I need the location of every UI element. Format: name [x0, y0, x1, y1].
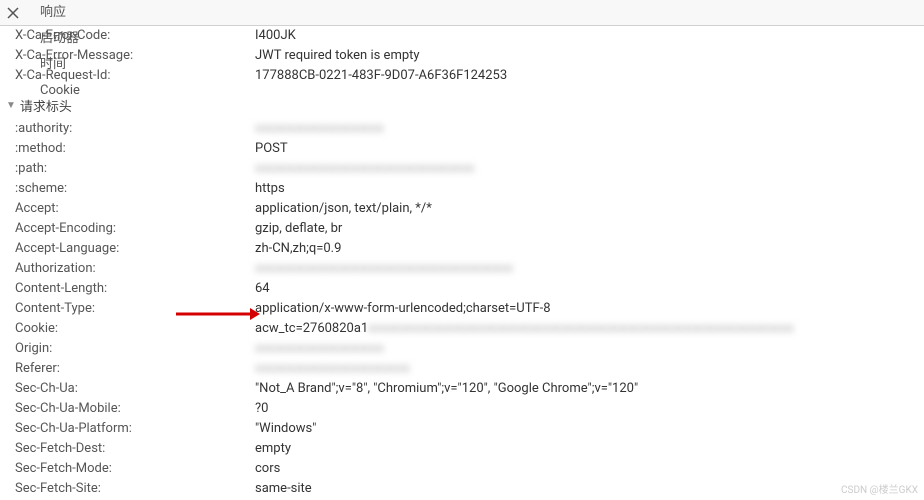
header-row: Referer:xxxxxxxxxxxxxxxxxxxxxxxx [2, 359, 924, 379]
header-value: xxxxxxxxxxxxxxxxxxxxxxxxxxxxxxxxxx [255, 160, 484, 178]
header-value: xxxxxxxxxxxxxxxxxxxx [255, 120, 394, 138]
header-value: ?0 [255, 400, 278, 418]
header-row: Origin:xxxxxxxxxxxxxxxxxxxx [2, 339, 924, 359]
header-row: :path:xxxxxxxxxxxxxxxxxxxxxxxxxxxxxxxxxx [2, 159, 924, 179]
header-key: Referer: [15, 360, 255, 378]
devtools-tabs: 标头载荷预览响应启动器时间Cookie [0, 0, 924, 26]
header-value: same-site [255, 480, 322, 498]
header-key: Accept: [15, 200, 255, 218]
header-value: 177888CB-0221-483F-9D07-A6F36F124253 [255, 67, 517, 85]
section-title: 请求标头 [20, 96, 72, 115]
header-row: Sec-Ch-Ua-Platform:"Windows" [2, 419, 924, 439]
header-row: :method:POST [2, 139, 924, 159]
header-value: application/x-www-form-urlencoded;charse… [255, 300, 561, 318]
header-key: :path: [15, 160, 255, 178]
header-value: https [255, 180, 295, 198]
header-row: Sec-Fetch-Site:same-site [2, 479, 924, 499]
header-row: Cookie:acw_tc=2760820a1xxxxxxxxxxxxxxxxx… [2, 319, 924, 339]
header-row: Sec-Ch-Ua-Mobile:?0 [2, 399, 924, 419]
header-value: xxxxxxxxxxxxxxxxxxxxxxxxxxxxxxxxxxxxxxxx [255, 260, 523, 278]
header-row: Accept-Language:zh-CN,zh;q=0.9 [2, 239, 924, 259]
header-value: "Windows" [255, 420, 326, 438]
header-key: Authorization: [15, 260, 255, 278]
header-key: :authority: [15, 120, 255, 138]
header-key: Content-Length: [15, 280, 255, 298]
header-key: Content-Type: [15, 300, 255, 318]
watermark: CSDN @楼兰GKX [841, 481, 918, 496]
header-row: :scheme:https [2, 179, 924, 199]
header-key: :scheme: [15, 180, 255, 198]
header-row: Content-Length:64 [2, 279, 924, 299]
header-value: gzip, deflate, br [255, 220, 352, 238]
header-key: X-Ca-Error-Code: [15, 27, 255, 45]
header-row: Authorization:xxxxxxxxxxxxxxxxxxxxxxxxxx… [2, 259, 924, 279]
header-value: application/json, text/plain, */* [255, 200, 442, 218]
header-value: POST [255, 140, 298, 158]
header-row: Accept:application/json, text/plain, */* [2, 199, 924, 219]
close-icon[interactable] [0, 0, 26, 26]
tab-3[interactable]: 响应 [26, 0, 94, 26]
header-key: Sec-Fetch-Mode: [15, 460, 255, 478]
header-key: Sec-Ch-Ua-Platform: [15, 420, 255, 438]
header-value: empty [255, 440, 301, 458]
header-row: Sec-Ch-Ua:"Not_A Brand";v="8", "Chromium… [2, 379, 924, 399]
header-value: cors [255, 460, 290, 478]
header-row: Sec-Fetch-Mode:cors [2, 459, 924, 479]
header-value: "Not_A Brand";v="8", "Chromium";v="120",… [255, 380, 648, 398]
header-value: xxxxxxxxxxxxxxxxxxxx [255, 340, 394, 358]
headers-panel: X-Ca-Error-Code:I400JKX-Ca-Error-Message… [0, 26, 924, 500]
header-key: Cookie: [15, 320, 255, 338]
header-key: :method: [15, 140, 255, 158]
header-row: X-Ca-Error-Code:I400JK [2, 26, 924, 46]
header-value: JWT required token is empty [255, 47, 430, 65]
header-row: Sec-Fetch-Dest:empty [2, 439, 924, 459]
header-row: :authority:xxxxxxxxxxxxxxxxxxxx [2, 119, 924, 139]
header-value: I400JK [255, 27, 306, 45]
header-key: Sec-Fetch-Dest: [15, 440, 255, 458]
header-value: acw_tc=2760820a1xxxxxxxxxxxxxxxxxxxxxxxx… [255, 320, 804, 338]
header-row: Accept-Encoding:gzip, deflate, br [2, 219, 924, 239]
header-value: 64 [255, 280, 280, 298]
header-row: Content-Type:application/x-www-form-urle… [2, 299, 924, 319]
header-key: Sec-Ch-Ua-Mobile: [15, 400, 255, 418]
header-key: Accept-Encoding: [15, 220, 255, 238]
header-row: X-Ca-Error-Message:JWT required token is… [2, 46, 924, 66]
header-key: X-Ca-Error-Message: [15, 47, 255, 65]
collapse-triangle-icon: ▼ [6, 100, 16, 111]
header-key: Accept-Language: [15, 240, 255, 258]
header-value: xxxxxxxxxxxxxxxxxxxxxxxx [255, 360, 420, 378]
header-value: zh-CN,zh;q=0.9 [255, 240, 351, 258]
header-key: Origin: [15, 340, 255, 358]
header-key: Sec-Ch-Ua: [15, 380, 255, 398]
request-headers-section[interactable]: ▼ 请求标头 [2, 92, 924, 119]
header-key: Sec-Fetch-Site: [15, 480, 255, 498]
header-key: X-Ca-Request-Id: [15, 67, 255, 85]
header-row: X-Ca-Request-Id:177888CB-0221-483F-9D07-… [2, 66, 924, 86]
